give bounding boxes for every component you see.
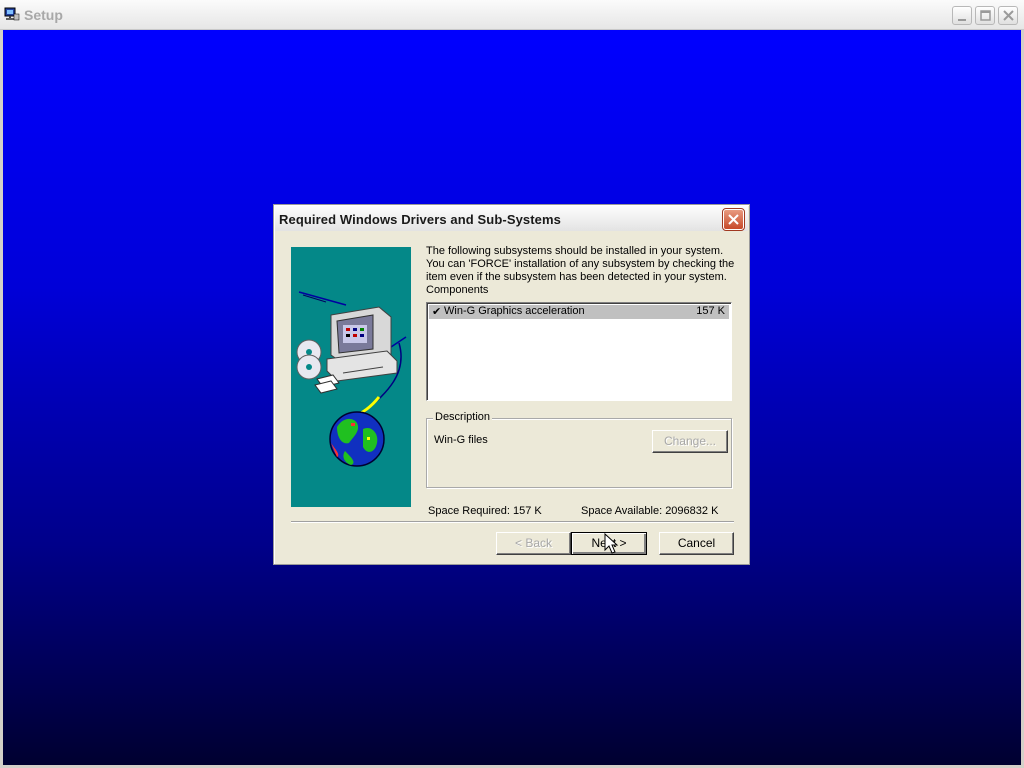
component-checkmark-icon[interactable]: ✔ — [432, 305, 441, 318]
dialog-title: Required Windows Drivers and Sub-Systems — [279, 212, 562, 227]
description-group — [426, 418, 732, 488]
dialog-body: The following subsystems should be insta… — [275, 231, 748, 563]
components-label: Components — [426, 284, 489, 296]
setup-app-icon — [4, 6, 20, 22]
setup-window-title: Setup — [24, 7, 63, 23]
info-line: The following subsystems should be insta… — [426, 245, 724, 257]
separator — [291, 521, 734, 523]
change-button[interactable]: Change... — [652, 430, 728, 453]
minimize-icon — [958, 19, 966, 21]
description-legend: Description — [433, 411, 493, 423]
required-drivers-dialog: Required Windows Drivers and Sub-Systems — [273, 204, 750, 565]
mouse-cursor-icon — [604, 533, 619, 554]
minimize-button[interactable] — [952, 6, 972, 25]
components-listbox[interactable]: ✔ Win-G Graphics acceleration 157 K — [426, 302, 732, 401]
space-available: Space Available: 2096832 K — [581, 505, 719, 517]
close-icon — [728, 214, 739, 225]
close-icon — [1003, 10, 1014, 21]
dialog-close-button[interactable] — [722, 208, 745, 231]
component-row-win-g[interactable]: ✔ Win-G Graphics acceleration 157 K — [429, 305, 729, 319]
back-button[interactable]: < Back — [496, 532, 571, 555]
dialog-titlebar: Required Windows Drivers and Sub-Systems — [275, 206, 748, 231]
maximize-icon — [980, 10, 991, 21]
info-line: item even if the subsystem has been dete… — [426, 271, 727, 283]
cancel-button[interactable]: Cancel — [659, 532, 734, 555]
space-required: Space Required: 157 K — [428, 505, 542, 517]
info-line: You can 'FORCE' installation of any subs… — [426, 258, 735, 270]
info-text: The following subsystems should be insta… — [426, 245, 735, 284]
component-size: 157 K — [696, 305, 725, 317]
component-name: Win-G Graphics acceleration — [444, 305, 585, 317]
setup-illustration — [291, 247, 411, 507]
description-text: Win-G files — [434, 434, 488, 446]
maximize-button[interactable] — [975, 6, 995, 25]
window-close-button[interactable] — [998, 6, 1018, 25]
setup-window-titlebar: Setup — [0, 0, 1024, 30]
computer-globe-illustration-icon — [296, 291, 407, 467]
